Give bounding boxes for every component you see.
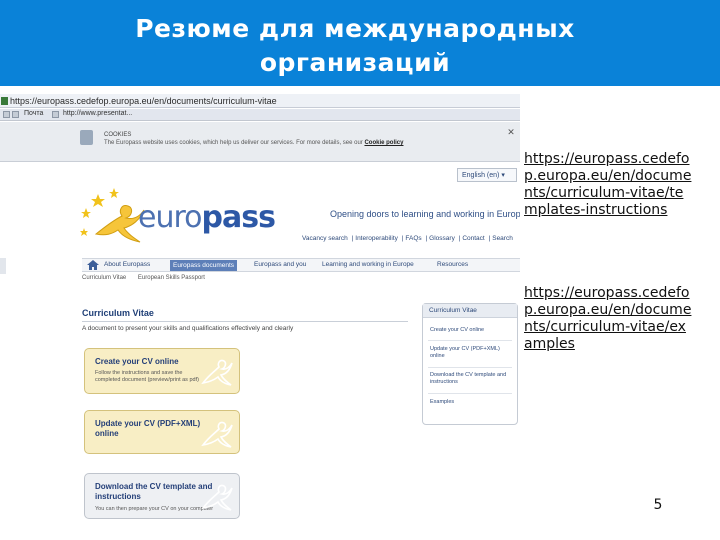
top-link-contact[interactable]: Contact xyxy=(462,235,484,242)
language-select[interactable]: English (en) ▾ xyxy=(457,168,517,182)
top-link-search[interactable]: Search xyxy=(492,235,513,242)
page-number: 5 xyxy=(653,497,663,513)
subnav-cv[interactable]: Curriculum Vitae xyxy=(82,275,126,281)
templates-instructions-link[interactable]: https://europass.cedefop.europa.eu/en/do… xyxy=(524,151,694,219)
bookmarks-bar: Почта http://www.presentat... xyxy=(0,109,520,121)
side-link-update-cv[interactable]: Update your CV (PDF+XML) online xyxy=(430,346,508,360)
title-divider xyxy=(82,321,408,322)
bookmark-folder-icon xyxy=(3,111,10,118)
side-link-examples[interactable]: Examples xyxy=(430,399,454,406)
side-link-download-template[interactable]: Download the CV template and instruction… xyxy=(430,372,512,386)
cv-box-title: Update your CV (PDF+XML) online xyxy=(95,419,201,438)
slide-header: Резюме для международных организаций xyxy=(0,0,720,86)
address-url[interactable]: https://europass.cedefop.europa.eu/en/do… xyxy=(10,96,277,106)
bookmark-presentation[interactable]: http://www.presentat... xyxy=(63,110,132,117)
update-cv-online-button[interactable]: Update your CV (PDF+XML) online xyxy=(84,410,240,454)
page-subtitle: A document to present your skills and qu… xyxy=(82,325,294,332)
wordmark-pass: pass xyxy=(201,200,276,235)
download-cv-template-button[interactable]: Download the CV template and instruction… xyxy=(84,473,240,519)
tagline: Opening doors to learning and working in… xyxy=(330,209,520,219)
nav-europass-documents[interactable]: Europass documents xyxy=(170,260,238,271)
slide-title-line-2: организаций xyxy=(259,48,451,77)
dancing-figure-icon xyxy=(94,205,145,243)
europass-figure-icon xyxy=(201,484,233,511)
bookmark-page-icon xyxy=(52,111,59,118)
page-edge xyxy=(0,258,6,274)
top-link-interoperability[interactable]: Interoperability xyxy=(355,235,398,242)
europass-figure-icon xyxy=(201,359,233,386)
nav-resources[interactable]: Resources xyxy=(437,261,468,268)
subnav-skills-passport[interactable]: European Skills Passport xyxy=(138,275,205,281)
slide-title: Резюме для международных организаций xyxy=(60,12,650,80)
page-title: Curriculum Vitae xyxy=(82,308,154,318)
cookie-info-icon xyxy=(80,130,93,145)
wordmark-euro: euro xyxy=(138,200,202,235)
divider xyxy=(428,367,512,368)
home-icon[interactable] xyxy=(87,260,99,270)
top-links: Vacancy search | Interoperability | FAQs | … xyxy=(302,235,513,242)
top-link-faqs[interactable]: FAQs xyxy=(405,235,421,242)
europass-screenshot: https://europass.cedefop.europa.eu/en/do… xyxy=(0,90,520,520)
cookie-text-body: The Europass website uses cookies, which… xyxy=(104,140,363,146)
cookie-title: COOKIES xyxy=(104,132,132,138)
top-link-vacancy[interactable]: Vacancy search xyxy=(302,235,348,242)
main-nav: About Europass Europass documents Europa… xyxy=(82,258,520,272)
side-panel-heading: Curriculum Vitae xyxy=(423,304,517,318)
address-bar[interactable]: https://europass.cedefop.europa.eu/en/do… xyxy=(0,94,520,108)
divider xyxy=(428,393,512,394)
sub-nav: Curriculum Vitae European Skills Passpor… xyxy=(82,275,215,281)
europass-figure-icon xyxy=(201,421,233,448)
nav-learning-working[interactable]: Learning and working in Europe xyxy=(322,261,414,268)
cv-box-title: Download the CV template and instruction… xyxy=(95,482,213,501)
cv-box-title: Create your CV online xyxy=(95,357,179,366)
top-link-glossary[interactable]: Glossary xyxy=(429,235,455,242)
bookmark-mail[interactable]: Почта xyxy=(24,110,43,117)
create-cv-online-button[interactable]: Create your CV online Follow the instruc… xyxy=(84,348,240,394)
europass-wordmark: europass xyxy=(138,200,276,235)
cv-side-panel: Curriculum Vitae Create your CV online U… xyxy=(422,303,518,425)
divider xyxy=(428,340,512,341)
nav-europass-and-you[interactable]: Europass and you xyxy=(254,261,306,268)
slide-title-line-1: Резюме для международных xyxy=(135,14,575,43)
secure-lock-icon xyxy=(1,97,8,105)
side-link-create-cv[interactable]: Create your CV online xyxy=(430,327,484,334)
cookie-banner: COOKIES The Europass website uses cookie… xyxy=(0,122,520,162)
nav-about-europass[interactable]: About Europass xyxy=(104,261,150,268)
cookie-policy-link[interactable]: Cookie policy xyxy=(364,140,403,146)
chevron-down-icon: ▾ xyxy=(501,172,505,179)
cv-box-desc: Follow the instructions and save the com… xyxy=(95,370,199,383)
close-icon[interactable]: ✕ xyxy=(506,128,516,138)
language-value: English (en) xyxy=(462,172,500,179)
cookie-text: The Europass website uses cookies, which… xyxy=(104,140,403,146)
examples-link[interactable]: https://europass.cedefop.europa.eu/en/do… xyxy=(524,285,694,353)
bookmark-mail-icon xyxy=(12,111,19,118)
